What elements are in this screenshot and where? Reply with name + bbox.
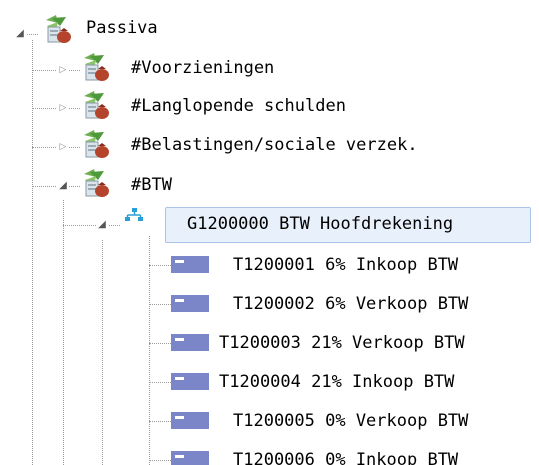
tree-guide-line (149, 236, 150, 465)
tree-node-label: T1200006 0% Inkoop BTW (233, 450, 459, 465)
tree-node-label: T1200005 0% Verkoop BTW (233, 411, 469, 431)
expand-arrow-icon[interactable]: ▷ (57, 141, 69, 153)
account-card-icon (171, 295, 209, 312)
account-card-icon (171, 334, 209, 351)
tree-node-label: #BTW (131, 175, 172, 195)
tree-node-label: Passiva (86, 18, 158, 38)
tree-guide-line (149, 265, 171, 266)
tree-guide-line (149, 460, 171, 461)
collapse-arrow-icon[interactable]: ◢ (14, 28, 26, 40)
tree-node-label: T1200003 21% Verkoop BTW (219, 333, 465, 353)
tree-guide-line (32, 186, 80, 187)
account-card-icon (171, 373, 209, 390)
tree-guide-line (63, 200, 64, 465)
account-card-icon (171, 256, 209, 273)
expand-arrow-icon[interactable]: ▷ (57, 102, 69, 114)
plant-folder-icon (80, 90, 110, 120)
tree-node-label: T1200004 21% Inkoop BTW (219, 372, 455, 392)
tree-node-label: G1200000 BTW Hoofdrekening (187, 214, 454, 234)
tree-guide-line (32, 147, 80, 148)
tree-node-label: #Langlopende schulden (131, 96, 346, 116)
tree-guide-line (149, 343, 171, 344)
tree-guide-line (102, 240, 103, 465)
account-tree: ◢ Passiva ▷ #Voorzieningen ▷ #Langlopend… (0, 0, 539, 465)
tree-node-label: #Voorzieningen (131, 58, 275, 78)
plant-folder-icon (80, 52, 110, 82)
plant-folder-icon (80, 168, 110, 198)
hierarchy-icon (124, 207, 144, 223)
tree-guide-line (32, 70, 80, 71)
tree-node-label: #Belastingen/sociale verzek. (131, 135, 418, 155)
collapse-arrow-icon[interactable]: ◢ (96, 219, 108, 231)
tree-guide-line (63, 225, 120, 226)
tree-guide-line (149, 421, 171, 422)
tree-node-label: T1200001 6% Inkoop BTW (233, 255, 459, 275)
tree-guide-line (149, 304, 171, 305)
tree-guide-line (32, 40, 33, 465)
tree-guide-line (32, 108, 80, 109)
tree-node-label: T1200002 6% Verkoop BTW (233, 294, 469, 314)
expand-arrow-icon[interactable]: ▷ (57, 64, 69, 76)
plant-folder-icon (42, 14, 72, 44)
account-card-icon (171, 412, 209, 429)
plant-folder-icon (80, 129, 110, 159)
tree-guide-line (149, 382, 171, 383)
collapse-arrow-icon[interactable]: ◢ (57, 180, 69, 192)
account-card-icon (171, 451, 209, 465)
